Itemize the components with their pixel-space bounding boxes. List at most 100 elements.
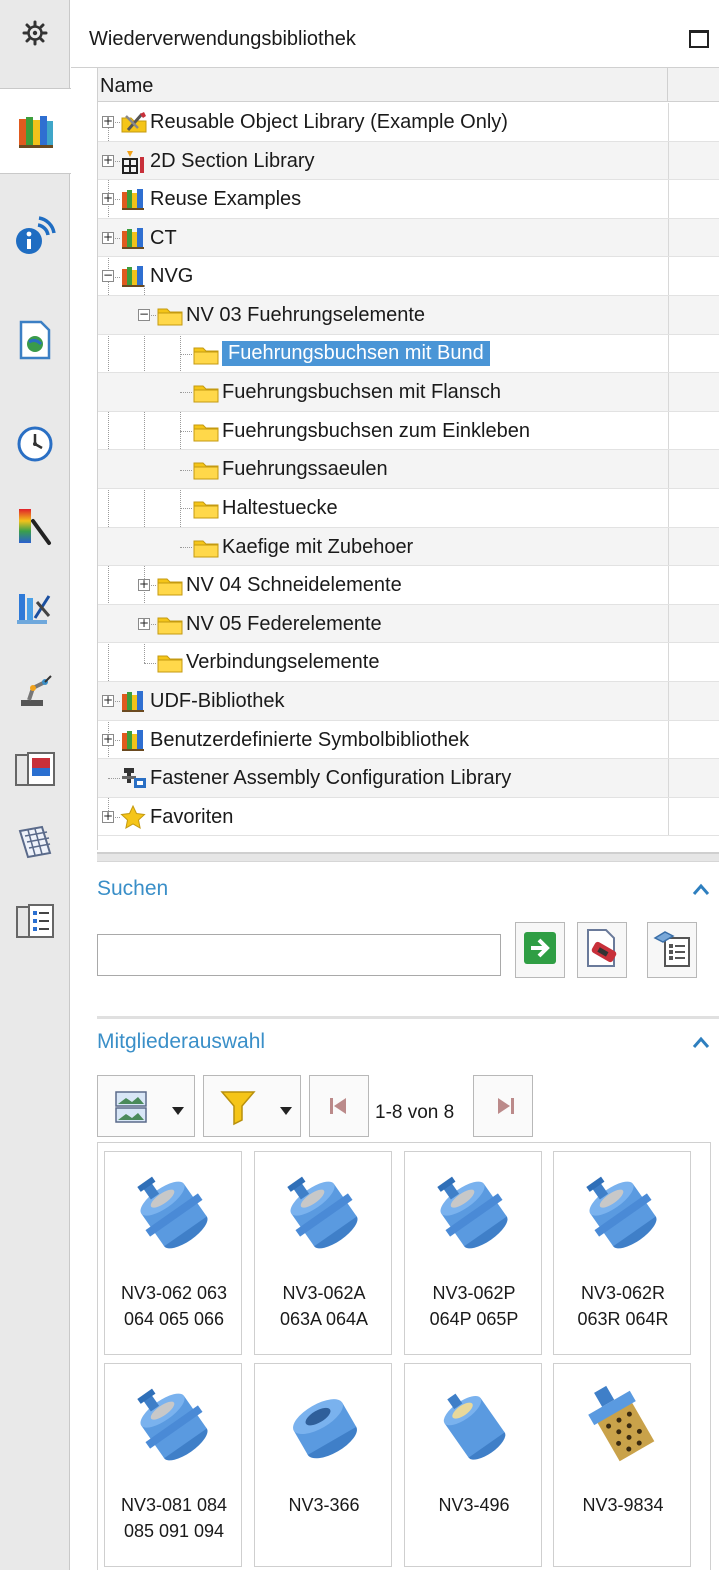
roles-list-icon [15, 903, 55, 941]
search-options-button[interactable] [647, 922, 697, 978]
view-mode-dropdown[interactable] [97, 1075, 195, 1137]
go-arrow-icon [523, 931, 557, 970]
tree-node[interactable]: + Reusable Object Library (Example Only) [98, 103, 719, 142]
table-grid-icon [16, 823, 54, 861]
tree-node[interactable]: − NVG [98, 257, 719, 296]
flanged-bushing-icon [255, 1160, 393, 1270]
tree-node[interactable]: Kaefige mit Zubehoer [98, 527, 719, 567]
member-card-label: NV3-9834 [582, 1495, 664, 1515]
search-section-title[interactable]: Suchen [97, 877, 168, 901]
tree-guide-line [144, 662, 156, 664]
tree-column-header[interactable]: Name [98, 68, 719, 102]
tree-node[interactable]: +2D Section Library [98, 141, 719, 181]
tree-node[interactable]: Fuehrungsbuchsen mit Bund [98, 334, 719, 374]
rail-history-button[interactable] [0, 414, 70, 474]
tree-node-label: Benutzerdefinierte Symbolbibliothek [150, 728, 470, 751]
search-input[interactable] [97, 934, 501, 976]
member-card[interactable]: NV3-496 [404, 1363, 542, 1567]
extra-column-header[interactable] [668, 68, 719, 102]
rail-reuse-library-button[interactable] [0, 88, 71, 174]
tree-expander-icon[interactable]: + [102, 694, 114, 707]
members-collapse-chevron-icon[interactable] [691, 1033, 711, 1053]
tree-node-label: Fuehrungsbuchsen zum Einkleben [222, 419, 530, 442]
tree-node[interactable]: Haltestuecke [98, 489, 719, 528]
maximize-icon[interactable] [689, 30, 709, 48]
rail-information-button[interactable] [0, 206, 70, 266]
member-card[interactable]: NV3-062R 063R 064R [553, 1151, 691, 1355]
tree-node[interactable]: + Reuse Examples [98, 180, 719, 219]
tree-expander-icon[interactable]: + [102, 154, 114, 167]
member-card-label: NV3-062P 064P 065P [429, 1283, 519, 1329]
member-card-label: NV3-062A 063A 064A [279, 1283, 369, 1329]
rail-web-browser-button[interactable] [0, 310, 70, 370]
rail-roles-button[interactable] [0, 892, 70, 952]
member-card[interactable]: NV3-366 [254, 1363, 392, 1567]
tree-node[interactable]: − NV 03 Fuehrungselemente [98, 296, 719, 335]
tree-expander-icon[interactable]: + [102, 115, 114, 128]
filter-dropdown[interactable] [203, 1075, 301, 1137]
member-card[interactable]: NV3-062A 063A 064A [254, 1151, 392, 1355]
tree-node[interactable]: + Benutzerdefinierte Symbolbibliothek [98, 720, 719, 760]
name-column-header[interactable]: Name [98, 68, 668, 102]
tree-node[interactable]: + CT [98, 218, 719, 258]
member-card-label: NV3-062R 063R 064R [577, 1283, 669, 1329]
first-page-icon [328, 1096, 348, 1121]
tree-node[interactable]: Fastener Assembly Configuration Library [98, 759, 719, 798]
member-card[interactable]: NV3-062 063 064 065 066 [104, 1151, 242, 1355]
panel-splitter[interactable] [97, 852, 719, 862]
web-document-icon [19, 320, 51, 360]
folder-icon [192, 342, 219, 366]
tree-expander-icon[interactable]: + [138, 578, 150, 592]
rail-process-studio-button[interactable] [0, 578, 70, 638]
members-section-title[interactable]: Mitgliederauswahl [97, 1030, 265, 1054]
member-card[interactable]: NV3-081 084 085 091 094 [104, 1363, 242, 1567]
tree-node[interactable]: + NV 04 Schneidelemente [98, 566, 719, 605]
tree-node[interactable]: + UDF-Bibliothek [98, 682, 719, 721]
tree-expander-icon[interactable]: + [102, 733, 114, 746]
tree-expander-icon[interactable]: + [102, 231, 114, 244]
folder-icon [192, 535, 219, 559]
folder-icon [192, 457, 219, 481]
library-tree[interactable]: Name + Reusable Object Library (Example O… [97, 68, 719, 850]
search-go-button[interactable] [515, 922, 565, 978]
search-in-document-button[interactable] [577, 922, 627, 978]
info-broadcast-icon [14, 215, 56, 257]
system-materials-icon [15, 505, 55, 547]
tree-guide-line [180, 431, 192, 433]
rail-robot-button[interactable] [0, 660, 70, 720]
member-card[interactable]: NV3-062P 064P 065P [404, 1151, 542, 1355]
pager-range: 1-8 von 8 [375, 1102, 455, 1123]
tree-node-label: NV 05 Federelemente [186, 612, 382, 635]
tree-node-label: 2D Section Library [150, 149, 315, 172]
tree-node[interactable]: Fuehrungsbuchsen mit Flansch [98, 373, 719, 412]
tree-node-label: Kaefige mit Zubehoer [222, 535, 414, 558]
tree-expander-icon[interactable]: + [138, 617, 150, 630]
tree-guide-line [108, 778, 120, 780]
rail-settings-button[interactable] [0, 6, 70, 60]
tree-node[interactable]: Fuehrungssaeulen [98, 450, 719, 489]
folder-icon [192, 419, 219, 443]
rail-table-button[interactable] [0, 812, 70, 872]
members-grid: NV3-062 063 064 065 066 NV3-062A 063A 06… [97, 1142, 711, 1570]
search-collapse-chevron-icon[interactable] [691, 880, 711, 900]
tree-expander-icon[interactable]: + [102, 192, 114, 206]
fastener-config-icon [120, 766, 146, 790]
reuse-library-panel: Wiederverwendungsbibliothek Name + Reusab… [71, 0, 719, 1570]
tree-node[interactable]: + Favoriten [98, 797, 719, 837]
member-card[interactable]: NV3-9834 [553, 1363, 691, 1567]
rail-visual-report-button[interactable] [0, 740, 70, 800]
section-divider [97, 1016, 719, 1019]
flanged-bushing-icon [105, 1372, 243, 1482]
rail-system-materials-button[interactable] [0, 496, 70, 556]
tree-expander-icon[interactable]: − [138, 308, 150, 321]
tree-expander-icon[interactable]: + [102, 810, 114, 823]
tree-node[interactable]: Fuehrungsbuchsen zum Einkleben [98, 411, 719, 451]
tree-node[interactable]: + NV 05 Federelemente [98, 604, 719, 644]
tree-node-label: Haltestuecke [222, 497, 338, 519]
tree-node[interactable]: Verbindungselemente [98, 643, 719, 682]
books-icon [120, 264, 146, 288]
last-page-button[interactable] [473, 1075, 533, 1137]
tree-node-label: Favoriten [150, 805, 234, 828]
tree-expander-icon[interactable]: − [102, 269, 114, 283]
first-page-button[interactable] [309, 1075, 369, 1137]
